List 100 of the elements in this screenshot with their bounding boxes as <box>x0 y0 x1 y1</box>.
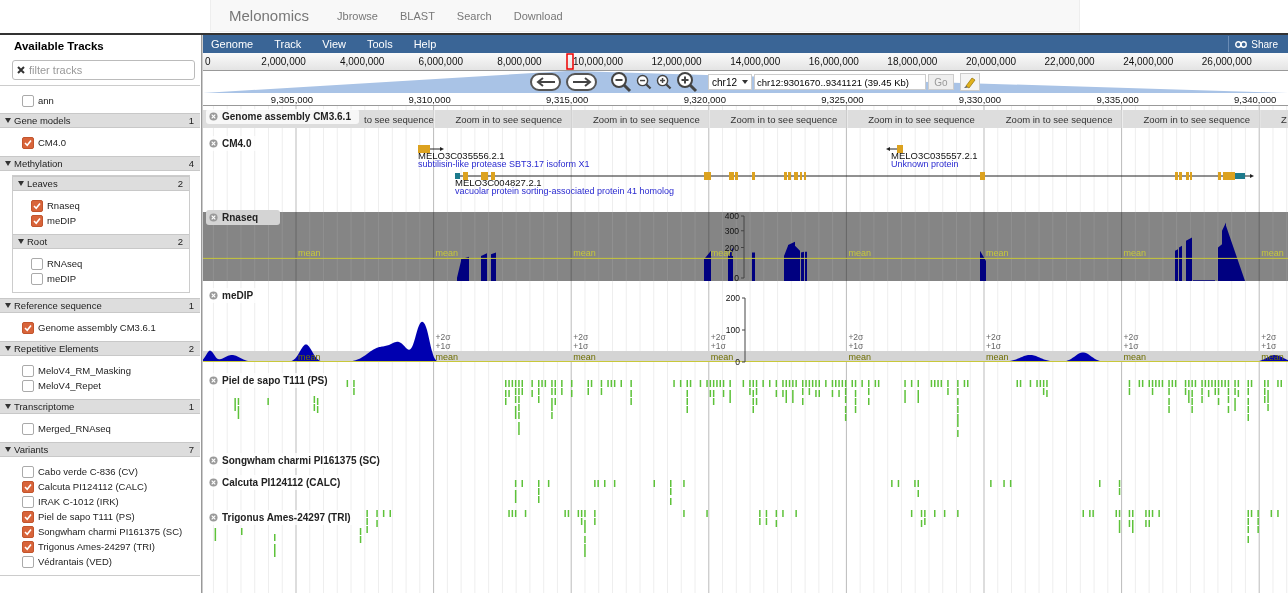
menu-item[interactable]: Track <box>274 38 311 50</box>
chromosome-select[interactable]: chr12 <box>708 74 752 90</box>
zoom-out-icon <box>610 71 632 93</box>
track-name[interactable]: MeloV4_RM_Masking <box>38 365 131 376</box>
checkbox[interactable] <box>31 214 43 227</box>
track-name[interactable]: meDIP <box>47 215 77 226</box>
category-header[interactable]: Transcriptome 1 <box>0 399 200 414</box>
category-header[interactable]: Reference sequence 1 <box>0 298 200 313</box>
deviation-label: +1σ <box>848 341 864 351</box>
zoom-out-button[interactable] <box>610 71 632 93</box>
axis-label: 300 <box>724 225 739 236</box>
checkbox[interactable] <box>22 480 34 493</box>
checkbox[interactable] <box>22 465 34 478</box>
track-label[interactable]: Rnaseq <box>206 210 281 225</box>
track-name[interactable]: meDIP <box>47 273 77 284</box>
track-name[interactable]: Songwham charmi PI161375 (SC) <box>38 526 183 537</box>
checkbox[interactable] <box>22 495 34 508</box>
checkbox[interactable] <box>22 510 34 523</box>
menu-item[interactable]: Tools <box>366 38 402 50</box>
deviation-label: +2σ <box>710 332 726 342</box>
deviation-label: +1σ <box>1123 341 1139 351</box>
category-count: 1 <box>188 401 194 412</box>
location-field[interactable]: chr12:9301670..9341121 (39.45 Kb) <box>754 74 926 90</box>
track-name: meDIP <box>222 290 254 301</box>
menu-item[interactable]: View <box>322 38 355 50</box>
menu-item[interactable]: Genome <box>211 38 263 50</box>
close-icon[interactable] <box>209 456 218 465</box>
category-header[interactable]: Methylation 4 <box>0 156 200 171</box>
location-marker[interactable] <box>566 53 574 70</box>
nav-link[interactable]: Search <box>456 9 492 22</box>
track-name[interactable]: ann <box>38 95 54 106</box>
close-icon[interactable] <box>209 478 218 487</box>
ruler-label: 2,000,000 <box>261 56 306 67</box>
menu-item[interactable]: Help <box>413 38 446 50</box>
category-header[interactable]: Repetitive Elements 2 <box>0 341 200 356</box>
checkbox[interactable] <box>22 136 34 149</box>
brand-link[interactable]: Melonomics <box>229 7 310 24</box>
close-icon[interactable] <box>209 213 218 222</box>
mean-label: mean <box>848 352 871 362</box>
track-name[interactable]: IRAK C-1012 (IRK) <box>38 496 119 507</box>
category-header[interactable]: Leaves 2 <box>13 176 189 191</box>
ruler-label: 8,000,000 <box>497 56 542 67</box>
zoom-in-button[interactable] <box>656 74 672 90</box>
checkbox[interactable] <box>22 422 34 435</box>
category-name: Transcriptome <box>14 401 75 412</box>
close-icon[interactable] <box>209 139 218 148</box>
track-name[interactable]: MeloV4_Repet <box>38 380 101 391</box>
nav-link[interactable]: BLAST <box>400 9 435 22</box>
track-name[interactable]: Rnaseq <box>47 200 80 211</box>
close-icon[interactable] <box>209 376 218 385</box>
y-axis <box>740 215 745 279</box>
track-name[interactable]: Merged_RNAseq <box>38 423 111 434</box>
gene-feature[interactable] <box>886 145 904 153</box>
checkbox[interactable] <box>22 321 34 334</box>
sequence-block: Zoom in to see sequence <box>709 110 847 128</box>
close-icon[interactable] <box>209 291 218 300</box>
track-name[interactable]: Trigonus Ames-24297 (TRI) <box>38 541 155 552</box>
checkbox[interactable] <box>22 94 34 107</box>
nav-link[interactable]: Download <box>513 9 563 22</box>
category-header[interactable]: Gene models 1 <box>0 113 200 128</box>
track-name[interactable]: Cabo verde C-836 (CV) <box>38 466 138 477</box>
filter-field[interactable]: filter tracks <box>12 60 195 80</box>
deviation-label: +2σ <box>573 332 589 342</box>
track-name[interactable]: Genome assembly CM3.6.1 <box>38 322 156 333</box>
checkbox[interactable] <box>22 379 34 392</box>
checkbox[interactable] <box>22 525 34 538</box>
checkbox[interactable] <box>31 199 43 212</box>
axis-label: 0 <box>734 273 739 283</box>
track-name[interactable]: CM4.0 <box>38 137 66 148</box>
zoom-in-button[interactable] <box>676 71 698 93</box>
category-name: Gene models <box>14 115 71 126</box>
gene-name: MELO3C035556.2.1 <box>418 150 505 161</box>
deviation-label: +2σ <box>986 332 1001 342</box>
zoom-out-button[interactable] <box>636 74 652 90</box>
mean-label: mean <box>573 248 596 259</box>
track-name[interactable]: Védrantais (VED) <box>38 556 112 567</box>
track-name[interactable]: RNAseq <box>47 258 83 269</box>
mean-label: mean <box>435 352 459 362</box>
ruler-label: 4,000,000 <box>339 56 385 67</box>
ruler-label: 9,330,000 <box>958 94 1002 105</box>
nav-link[interactable]: Jbrowse <box>337 9 378 22</box>
mean-label: mean <box>986 352 1009 362</box>
checkbox[interactable] <box>22 364 34 377</box>
sequence-block: Zoom in to see sequence <box>847 110 984 128</box>
checkbox[interactable] <box>31 272 43 285</box>
close-icon[interactable] <box>209 112 218 121</box>
track-name[interactable]: Piel de sapo T111 (PS) <box>38 511 135 522</box>
checkbox[interactable] <box>22 555 34 568</box>
highlight-button[interactable] <box>960 73 980 91</box>
mean-label: mean <box>298 248 321 259</box>
checkbox[interactable] <box>22 540 34 553</box>
close-icon[interactable] <box>209 513 218 522</box>
gene-feature[interactable] <box>417 145 444 153</box>
track-name[interactable]: Calcuta PI124112 (CALC) <box>38 481 148 492</box>
track-label[interactable]: Genome assembly CM3.6.1 <box>206 109 359 124</box>
checkbox[interactable] <box>31 257 43 270</box>
category-header[interactable]: Root 2 <box>13 234 189 249</box>
category-header[interactable]: Variants 7 <box>0 442 200 457</box>
y-axis <box>741 297 746 363</box>
clear-icon[interactable] <box>17 66 25 74</box>
